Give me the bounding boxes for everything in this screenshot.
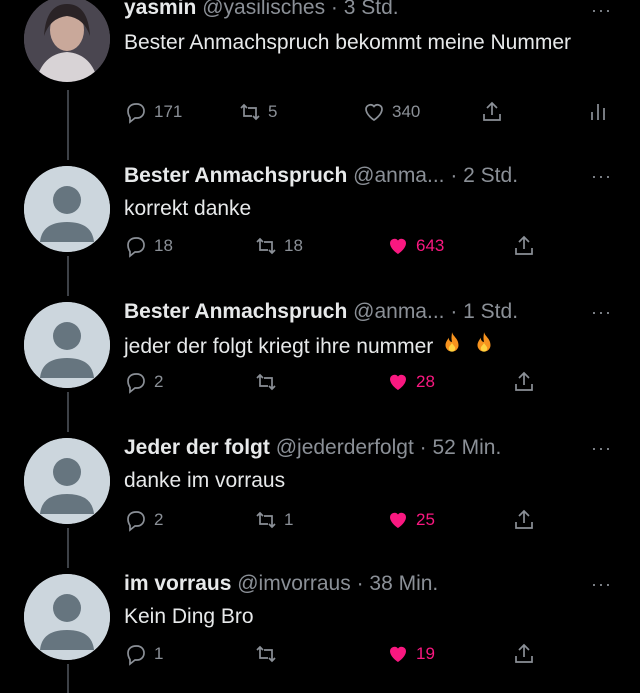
share-button[interactable]: [480, 100, 504, 124]
like-button[interactable]: 25: [386, 508, 435, 532]
tweet[interactable]: yasmin @yasilisches · 3 Std. ··· Bester …: [0, 0, 640, 150]
handle-time: @jederderfolgt · 52 Min.: [275, 436, 502, 459]
heart-filled-icon: [390, 238, 406, 254]
reply-count: 2: [154, 372, 164, 391]
reply-button[interactable]: 18: [124, 234, 173, 258]
avatar[interactable]: [24, 0, 110, 82]
display-name[interactable]: yasmin: [124, 0, 196, 19]
share-button[interactable]: [512, 234, 536, 258]
tweet-actions: 18 18 643: [124, 234, 564, 264]
like-count: 28: [416, 372, 435, 391]
more-options-icon[interactable]: ···: [591, 166, 612, 187]
retweet-count: 1: [284, 510, 294, 529]
share-icon: [483, 101, 501, 121]
share-icon: [515, 235, 533, 255]
like-button[interactable]: 340: [362, 100, 420, 124]
retweet-count: 18: [284, 236, 303, 255]
tweet[interactable]: im vorraus @imvorraus · 38 Min. ··· Kein…: [0, 568, 640, 693]
like-count: 25: [416, 510, 435, 529]
reply-button[interactable]: 171: [124, 100, 182, 124]
fire-emoji-icon: [471, 330, 497, 365]
more-options-icon[interactable]: ···: [591, 0, 612, 21]
tweet-body: jeder der folgt kriegt ihre nummer: [124, 330, 600, 365]
tweet-actions: 1 19: [124, 642, 564, 672]
analytics-icon: [591, 104, 605, 120]
reply-icon: [127, 645, 145, 666]
heart-filled-icon: [390, 512, 406, 528]
handle-time: @yasilisches · 3 Std.: [202, 0, 399, 19]
like-button[interactable]: 19: [386, 642, 435, 666]
display-name[interactable]: Jeder der folgt: [124, 436, 270, 459]
reply-count: 2: [154, 510, 164, 529]
tweet[interactable]: Bester Anmachspruch @anma... · 1 Std. ··…: [0, 296, 640, 426]
reply-count: 18: [154, 236, 173, 255]
display-name[interactable]: Bester Anmachspruch: [124, 164, 347, 187]
share-button[interactable]: [512, 642, 536, 666]
reply-button[interactable]: 2: [124, 370, 163, 394]
retweet-icon: [256, 373, 276, 391]
default-avatar-icon: [24, 166, 110, 252]
share-icon: [515, 371, 533, 391]
retweet-button[interactable]: 1: [254, 508, 293, 532]
like-button[interactable]: 28: [386, 370, 435, 394]
reply-icon: [127, 103, 145, 124]
tweet-text: jeder der folgt kriegt ihre nummer: [124, 335, 434, 359]
avatar[interactable]: [24, 166, 110, 252]
reply-button[interactable]: 1: [124, 642, 163, 666]
reply-icon: [127, 511, 145, 532]
share-icon: [515, 643, 533, 663]
tweet-text: danke im vorraus: [124, 469, 286, 492]
reply-icon: [127, 237, 145, 258]
display-name[interactable]: Bester Anmachspruch: [124, 300, 347, 323]
like-count: 643: [416, 236, 445, 255]
reply-count: 171: [154, 102, 183, 121]
retweet-icon: [240, 103, 260, 121]
default-avatar-icon: [24, 302, 110, 388]
retweet-count: 5: [268, 102, 278, 121]
retweet-button[interactable]: 5: [238, 100, 277, 124]
retweet-button[interactable]: 18: [254, 234, 303, 258]
reply-count: 1: [154, 644, 164, 663]
retweet-icon: [256, 645, 276, 663]
heart-filled-icon: [390, 646, 406, 662]
like-button[interactable]: 643: [386, 234, 444, 258]
retweet-icon: [256, 511, 276, 529]
more-options-icon[interactable]: ···: [591, 438, 612, 459]
avatar[interactable]: [24, 302, 110, 388]
tweet-actions: 2 28: [124, 370, 564, 400]
tweet[interactable]: Jeder der folgt @jederderfolgt · 52 Min.…: [0, 432, 640, 562]
default-avatar-icon: [24, 438, 110, 524]
share-button[interactable]: [512, 370, 536, 394]
avatar[interactable]: [24, 574, 110, 660]
more-options-icon[interactable]: ···: [591, 574, 612, 595]
like-count: 340: [392, 102, 421, 121]
handle-time: @anma... · 2 Std.: [353, 164, 519, 187]
heart-outline-icon: [365, 104, 383, 122]
like-count: 19: [416, 644, 435, 663]
handle-time: @imvorraus · 38 Min.: [237, 572, 439, 595]
analytics-button[interactable]: [586, 100, 610, 124]
default-avatar-icon: [24, 574, 110, 660]
more-options-icon[interactable]: ···: [591, 302, 612, 323]
handle-time: @anma... · 1 Std.: [353, 300, 519, 323]
tweet-text: Kein Ding Bro: [124, 605, 254, 628]
reply-icon: [127, 373, 145, 394]
fire-emoji-icon: [439, 330, 465, 365]
tweet-actions: 2 1 25: [124, 508, 564, 538]
profile-photo-icon: [24, 0, 110, 82]
share-icon: [515, 509, 533, 529]
tweet-actions: 171 5 340: [124, 100, 605, 130]
tweet[interactable]: Bester Anmachspruch @anma... · 2 Std. ··…: [0, 160, 640, 290]
retweet-icon: [256, 237, 276, 255]
display-name[interactable]: im vorraus: [124, 572, 231, 595]
retweet-button[interactable]: [254, 370, 284, 394]
tweet-text: korrekt danke: [124, 197, 252, 220]
reply-button[interactable]: 2: [124, 508, 163, 532]
heart-filled-icon: [390, 374, 406, 390]
tweet-text: Bester Anmachspruch bekommt meine Nummer: [124, 31, 571, 54]
avatar[interactable]: [24, 438, 110, 524]
retweet-button[interactable]: [254, 642, 284, 666]
share-button[interactable]: [512, 508, 536, 532]
